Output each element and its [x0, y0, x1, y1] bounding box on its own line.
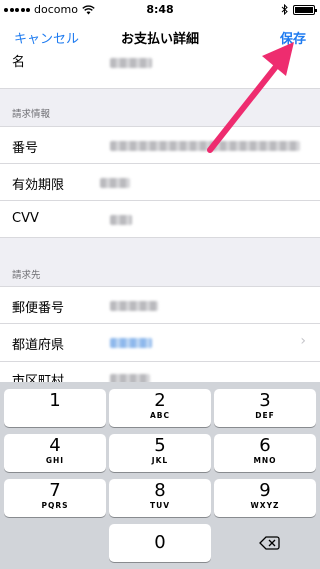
prefecture-row[interactable]: 都道府県 ›: [0, 324, 320, 362]
prefecture-value: [110, 338, 152, 348]
expiry-row[interactable]: 有効期限: [0, 164, 320, 201]
key-letters: JKL: [151, 456, 169, 465]
cvv-label: CVV: [12, 211, 39, 226]
key-4[interactable]: 4 GHI: [4, 434, 106, 472]
key-2[interactable]: 2 ABC: [109, 389, 211, 427]
key-number: 1: [49, 390, 61, 411]
key-9[interactable]: 9 WXYZ: [214, 479, 316, 517]
nav-bar: キャンセル お支払い詳細 保存: [0, 20, 320, 56]
chevron-right-icon: ›: [300, 333, 306, 349]
billing-info-header: 請求情報: [12, 109, 51, 120]
key-number: 0: [154, 532, 166, 553]
key-letters: DEF: [255, 411, 275, 420]
name-label: 名: [12, 55, 26, 70]
postal-code-label: 郵便番号: [12, 301, 65, 316]
key-1[interactable]: 1: [4, 389, 106, 427]
expiry-value: [100, 178, 130, 188]
postal-code-row[interactable]: 郵便番号: [0, 286, 320, 324]
card-number-row[interactable]: 番号: [0, 126, 320, 164]
page-title: お支払い詳細: [120, 32, 199, 47]
bluetooth-icon: [281, 4, 288, 15]
name-row[interactable]: 名: [0, 55, 320, 89]
postal-code-value: [110, 301, 158, 311]
key-0[interactable]: 0: [109, 524, 211, 562]
delete-button[interactable]: [216, 524, 318, 562]
cvv-value: [110, 215, 132, 225]
key-number: 6: [259, 435, 271, 456]
expiry-label: 有効期限: [12, 178, 65, 193]
key-number: 9: [259, 480, 271, 501]
key-number: 2: [154, 390, 166, 411]
billing-address-header: 請求先: [12, 270, 41, 281]
key-number: 7: [49, 480, 61, 501]
key-letters: PQRS: [41, 501, 69, 510]
cvv-row[interactable]: CVV: [0, 201, 320, 238]
key-letters: TUV: [149, 501, 170, 510]
numeric-keypad: 1 2 ABC 3 DEF 4 GHI 5 JKL 6 MNO 7 PQRS 8…: [0, 382, 320, 569]
key-letters: GHI: [45, 456, 65, 465]
prefecture-label: 都道府県: [12, 338, 65, 353]
key-number: 3: [259, 390, 271, 411]
key-6[interactable]: 6 MNO: [214, 434, 316, 472]
card-number-value: [110, 141, 300, 151]
key-number: 4: [49, 435, 61, 456]
key-8[interactable]: 8 TUV: [109, 479, 211, 517]
save-button[interactable]: 保存: [280, 28, 306, 47]
status-right: [281, 4, 317, 15]
key-5[interactable]: 5 JKL: [109, 434, 211, 472]
card-number-label: 番号: [12, 141, 39, 156]
name-value: [110, 58, 152, 68]
key-number: 8: [154, 480, 166, 501]
battery-icon: [293, 4, 317, 15]
city-row[interactable]: 市区町村: [0, 362, 320, 389]
backspace-icon: [259, 536, 280, 550]
key-letters: MNO: [253, 456, 277, 465]
key-letters: ABC: [149, 411, 171, 420]
key-3[interactable]: 3 DEF: [214, 389, 316, 427]
key-7[interactable]: 7 PQRS: [4, 479, 106, 517]
key-number: 5: [154, 435, 166, 456]
status-time: 8:48: [146, 3, 174, 16]
key-letters: WXYZ: [250, 501, 280, 510]
status-bar: docomo 8:48: [0, 0, 320, 20]
